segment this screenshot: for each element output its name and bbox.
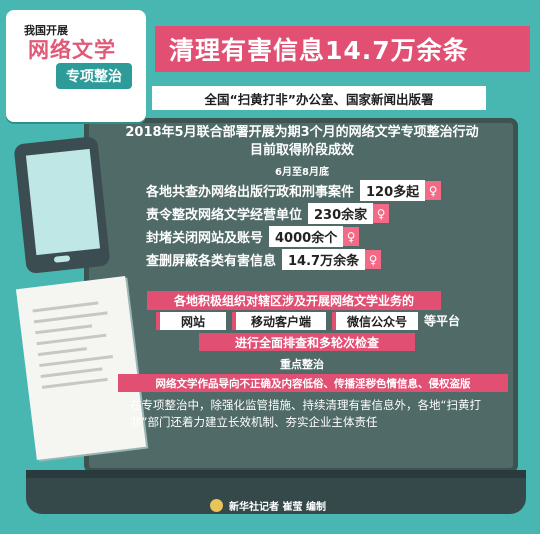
footer-text: 新华社记者 崔莹 编制 (229, 502, 326, 513)
stat-label: 责令整改网络文学经营单位 (146, 208, 303, 223)
female-symbol-icon: ♀ (343, 227, 360, 246)
stat-value: 120多起 (360, 180, 426, 201)
phone-screen-icon (25, 148, 101, 256)
key-focus-banner: 网络文学作品导向不正确及内容低俗、传播淫秽色情信息、侵权盗版 (118, 374, 508, 392)
platform-websites: 网站 (156, 312, 226, 330)
stat-row-info: 查删屏蔽各类有害信息 14.7万余条 ♀ (146, 249, 382, 270)
stat-label: 各地共查办网络出版行政和刑事案件 (146, 185, 355, 200)
period-label: 6月至8月底 (275, 167, 329, 178)
key-focus-label: 重点整治 (280, 358, 324, 371)
platform-suffix: 等平台 (424, 314, 461, 328)
source-label: 全国“扫黄打非”办公室、国家新闻出版署 (152, 86, 486, 110)
stat-value: 14.7万余条 (282, 249, 366, 270)
page-title: 清理有害信息14.7万余条 (155, 26, 530, 72)
stat-value: 4000余个 (269, 226, 344, 247)
headline-line-1: 2018年5月联合部署开展为期3个月的网络文学专项整治行动 (125, 125, 479, 140)
female-symbol-icon: ♀ (373, 204, 390, 223)
xinhua-logo-icon (210, 499, 223, 512)
platform-mobile-client: 移动客户端 (232, 312, 326, 330)
laptop-hinge-illustration (26, 470, 526, 478)
stat-row-sites: 封堵关闭网站及账号 4000余个 ♀ (146, 226, 360, 247)
badge-line-2: 网络文学 (28, 38, 116, 62)
headline-line-2: 目前取得阶段成效 (249, 143, 354, 158)
stat-label: 封堵关闭网站及账号 (146, 231, 264, 246)
organize-banner: 各地积极组织对辖区涉及开展网络文学业务的 (147, 291, 441, 310)
stat-row-units: 责令整改网络文学经营单位 230余家 ♀ (146, 203, 390, 224)
stat-row-cases: 各地共查办网络出版行政和刑事案件 120多起 ♀ (146, 180, 442, 201)
stat-value: 230余家 (308, 203, 374, 224)
platform-wechat-account: 微信公众号 (332, 312, 418, 330)
body-text: 在专项整治中，除强化监管措施、持续清理有害信息外，各地“扫黄打非”部门还着力建立… (130, 398, 481, 429)
headline: 2018年5月联合部署开展为期3个月的网络文学专项整治行动 目前取得阶段成效 (92, 124, 512, 160)
female-symbol-icon: ♀ (425, 181, 442, 200)
badge-line-3: 专项整治 (56, 63, 132, 89)
female-symbol-icon: ♀ (365, 250, 382, 269)
stat-label: 查删屏蔽各类有害信息 (146, 254, 277, 269)
inspection-banner: 进行全面排查和多轮次检查 (199, 333, 415, 351)
footer-credit: 新华社记者 崔莹 编制 (210, 498, 326, 513)
